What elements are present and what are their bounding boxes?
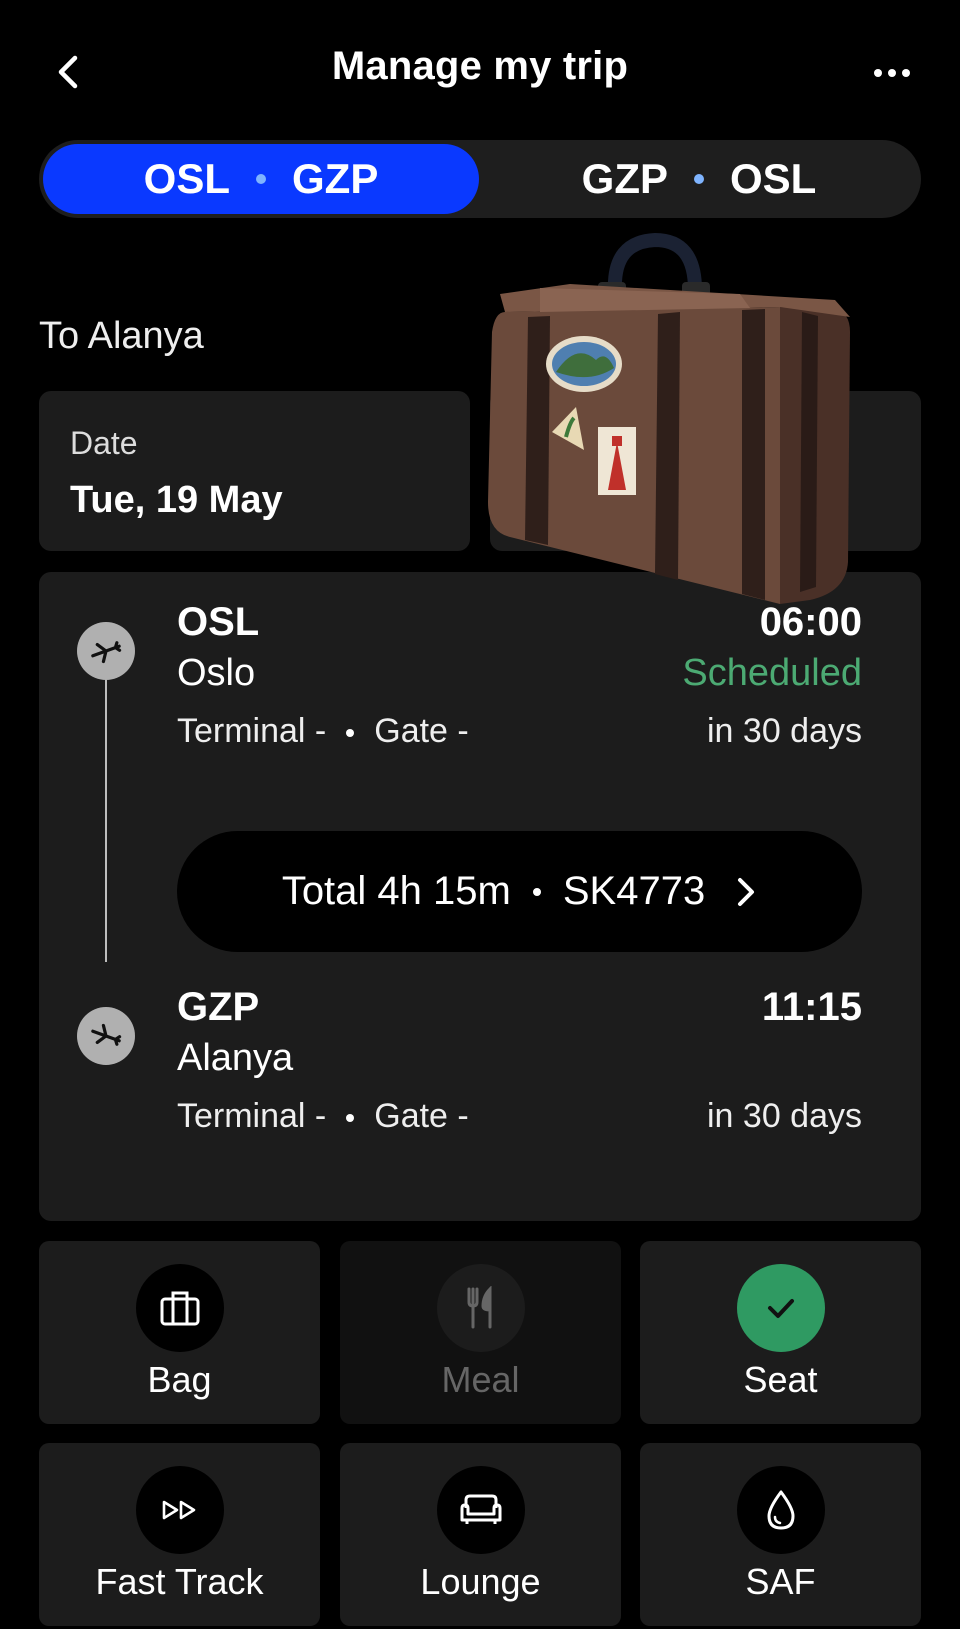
- chevron-right-icon: [735, 875, 757, 909]
- arrival-code: GZP: [177, 985, 260, 1029]
- checkmark-icon: [737, 1264, 825, 1352]
- segment-return-from: GZP: [581, 155, 668, 202]
- date-card: Date Tue, 19 May: [39, 391, 470, 551]
- route-segment-control: OSL GZP GZP OSL: [39, 140, 921, 218]
- sofa-icon: [437, 1466, 525, 1554]
- arrival-terminal-gate: Terminal - Gate -: [177, 1097, 469, 1136]
- service-label: Seat: [743, 1359, 818, 1400]
- departure-terminal-gate: Terminal - Gate -: [177, 712, 469, 751]
- service-lounge[interactable]: Lounge: [340, 1443, 621, 1626]
- departure-gate: Gate -: [374, 712, 469, 750]
- arrival-gate: Gate -: [374, 1097, 469, 1135]
- service-fast-track[interactable]: Fast Track: [39, 1443, 320, 1626]
- service-label: Lounge: [420, 1561, 541, 1602]
- departure-code: OSL: [177, 600, 260, 644]
- departure-plane-icon: [77, 622, 135, 680]
- arrival-city: Alanya: [177, 1037, 294, 1079]
- total-duration: Total 4h 15m: [281, 869, 511, 913]
- separator-dot: [532, 887, 541, 896]
- service-label: SAF: [745, 1561, 816, 1602]
- separator-dot: [346, 729, 355, 738]
- service-label: Fast Track: [95, 1561, 264, 1602]
- date-label: Date: [70, 425, 138, 461]
- flight-card: OSL Oslo Terminal - Gate - 06:00 Schedule…: [39, 572, 921, 1221]
- droplet-icon: [737, 1466, 825, 1554]
- route-dot: [694, 174, 704, 184]
- departure-relative: in 30 days: [707, 712, 862, 750]
- arrival-terminal: Terminal -: [177, 1097, 327, 1135]
- fast-forward-icon: [136, 1466, 224, 1554]
- service-bag[interactable]: Bag: [39, 1241, 320, 1424]
- date-value: Tue, 19 May: [70, 479, 283, 521]
- suitcase-illustration: [488, 232, 850, 604]
- service-seat[interactable]: Seat: [640, 1241, 921, 1424]
- fork-knife-icon: [437, 1264, 525, 1352]
- route-dot: [256, 174, 266, 184]
- arrival-relative: in 30 days: [707, 1097, 862, 1135]
- segment-outbound-from: OSL: [143, 155, 230, 202]
- departure-city: Oslo: [177, 652, 256, 694]
- segment-outbound-to: GZP: [292, 155, 379, 202]
- segment-outbound[interactable]: OSL GZP: [43, 144, 479, 214]
- arrival-plane-icon: [77, 1007, 135, 1065]
- header: Manage my trip: [0, 0, 960, 140]
- flight-details-button[interactable]: Total 4h 15m SK4773: [177, 831, 862, 952]
- service-meal: Meal: [340, 1241, 621, 1424]
- timeline-line: [105, 672, 107, 962]
- more-button[interactable]: [860, 50, 924, 96]
- separator-dot: [346, 1114, 355, 1123]
- service-saf[interactable]: SAF: [640, 1443, 921, 1626]
- page-title: Manage my trip: [331, 44, 629, 88]
- service-label: Meal: [441, 1359, 520, 1400]
- bag-icon: [136, 1264, 224, 1352]
- flight-status: Scheduled: [682, 652, 862, 694]
- flight-number: SK4773: [562, 869, 706, 913]
- more-horizontal-icon: [874, 69, 910, 77]
- service-label: Bag: [147, 1359, 212, 1400]
- segment-return-to: OSL: [730, 155, 817, 202]
- destination-label: To Alanya: [39, 315, 204, 357]
- arrival-time: 11:15: [761, 985, 862, 1029]
- segment-return[interactable]: GZP OSL: [481, 144, 917, 214]
- departure-terminal: Terminal -: [177, 712, 327, 750]
